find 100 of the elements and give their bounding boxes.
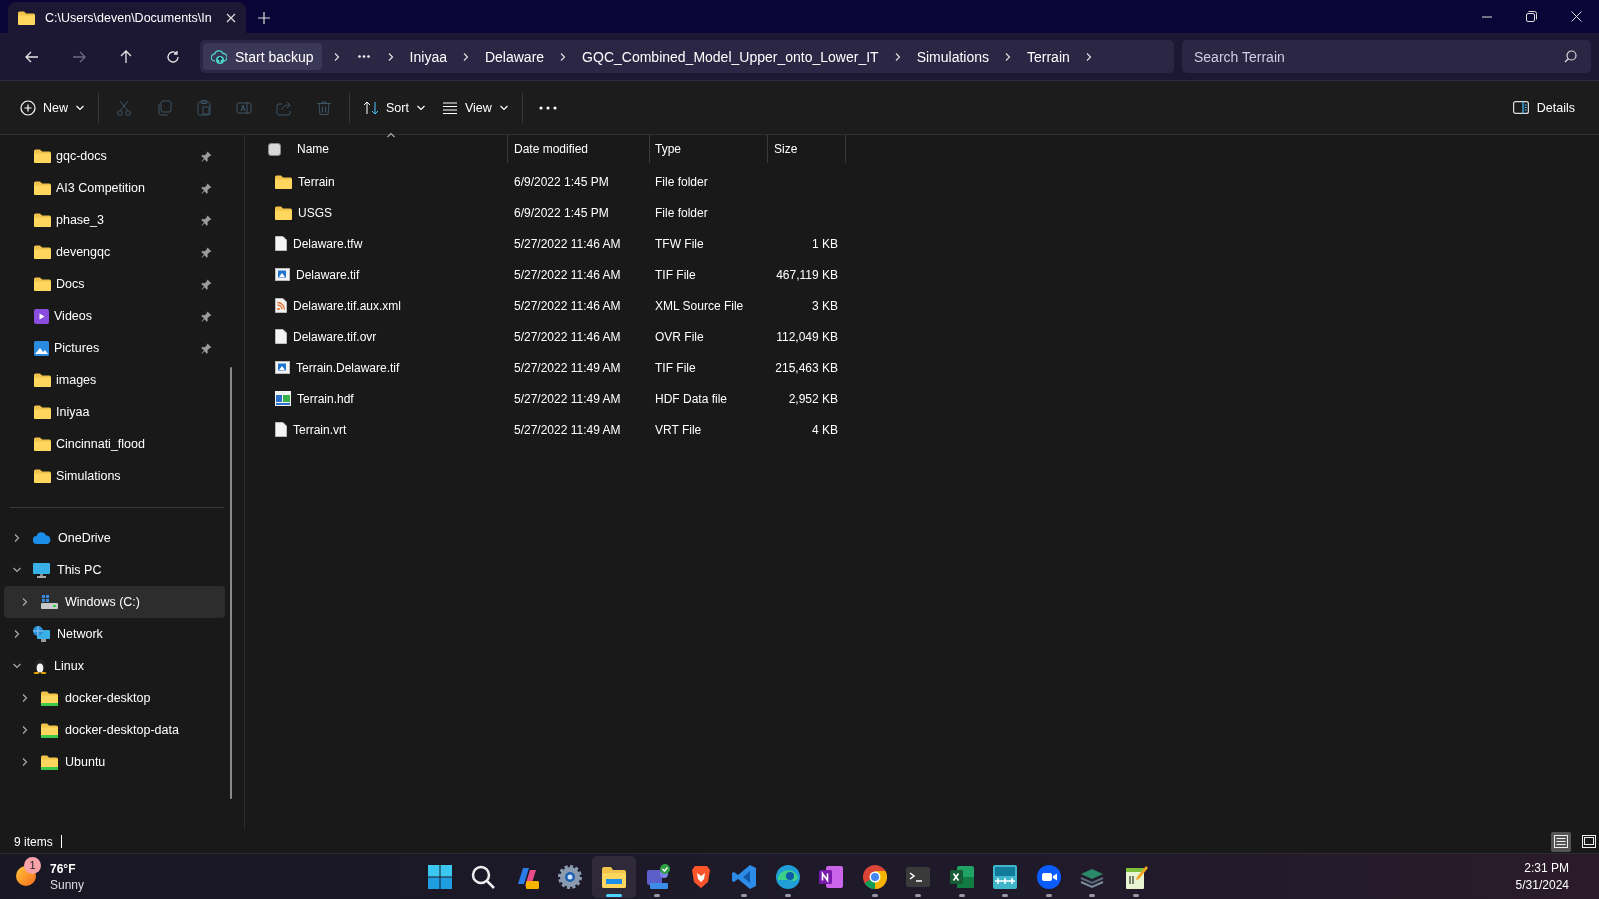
file-type: TIF File [655, 360, 696, 375]
sort-button[interactable]: Sort [355, 90, 434, 125]
tree-item[interactable]: Network [4, 618, 225, 650]
quick-access-item[interactable]: Videos [0, 300, 232, 332]
close-icon [1571, 11, 1582, 22]
file-size: 1 KB [812, 236, 838, 251]
folder-icon [34, 469, 51, 483]
file-name[interactable]: Delaware.tfw [293, 236, 363, 251]
file-name[interactable]: Delaware.tif.ovr [293, 329, 377, 344]
quick-access-item[interactable]: devengqc [0, 236, 232, 268]
column-header[interactable]: Size [768, 135, 846, 163]
quick-access-item[interactable]: Simulations [0, 460, 232, 492]
view-button[interactable]: View [433, 90, 517, 125]
file-icon [275, 236, 287, 251]
file-type: File folder [655, 174, 708, 189]
chevron-icon [12, 661, 22, 671]
sort-icon [363, 99, 379, 116]
tree-item[interactable]: docker-desktop-data [4, 714, 225, 746]
file-name[interactable]: Terrain.vrt [293, 422, 347, 437]
file-name[interactable]: USGS [298, 205, 332, 220]
tree-item[interactable]: OneDrive [4, 522, 225, 554]
file-type: TIF File [655, 267, 696, 282]
quick-access-item[interactable]: phase_3 [0, 204, 232, 236]
windows-logo-icon [426, 864, 453, 890]
folder-icon [34, 437, 51, 451]
column-header[interactable]: Date modified [508, 135, 650, 163]
breadcrumb[interactable]: Terrain [1023, 48, 1074, 65]
start-backup-button[interactable]: Start backup [203, 43, 322, 70]
file-size: 4 KB [812, 422, 838, 437]
teams-icon [644, 864, 671, 890]
item-count: 9 items [14, 834, 53, 849]
more-icon [357, 55, 370, 58]
quick-access-item[interactable]: Pictures [0, 332, 232, 364]
new-button[interactable]: New [12, 90, 93, 125]
close-tab-button[interactable] [226, 12, 236, 23]
chevron-icon [20, 757, 30, 767]
cloud-icon [33, 532, 51, 544]
penguin-icon [33, 658, 47, 674]
network-icon [33, 626, 50, 642]
scrollbar[interactable] [230, 367, 232, 799]
breadcrumb[interactable]: GQC_Combined_Model_Upper_onto_Lower_IT [578, 48, 883, 65]
file-name[interactable]: Terrain.hdf [297, 391, 354, 406]
select-all-checkbox[interactable] [268, 142, 281, 156]
tree-item[interactable]: This PC [4, 554, 225, 586]
clock[interactable]: 2:31 PM 5/31/2024 [1515, 859, 1585, 894]
folder-icon [34, 405, 51, 419]
search-field[interactable]: Search Terrain [1182, 40, 1591, 73]
tab-title: C:\Users\deven\Documents\In [45, 10, 213, 25]
file-type: VRT File [655, 422, 702, 437]
breadcrumb[interactable]: Delaware [480, 48, 549, 65]
sort-caret-icon [386, 130, 396, 140]
weather-widget[interactable]: 1 76°F Sunny [14, 855, 164, 898]
column-header[interactable]: Type [650, 135, 768, 163]
file-type: OVR File [655, 329, 704, 344]
quick-access-item[interactable]: Docs [0, 268, 232, 300]
folder-icon [41, 722, 58, 738]
chevron-icon [20, 725, 30, 735]
tree-item[interactable]: Ubuntu [4, 746, 225, 778]
tree-item[interactable]: Windows (C:) [4, 586, 225, 618]
folder-icon [34, 213, 51, 227]
feed-file-icon [275, 298, 287, 313]
tree-item[interactable]: docker-desktop [4, 682, 225, 714]
details-pane-button[interactable]: Details [1500, 90, 1587, 125]
column-header[interactable]: Name [297, 142, 329, 156]
browser-wave-icon [774, 864, 801, 890]
quick-access-item[interactable]: Iniyaa [0, 396, 232, 428]
taskbar-app[interactable] [592, 856, 636, 898]
file-name[interactable]: Delaware.tif [296, 267, 360, 282]
file-size: 2,952 KB [788, 391, 838, 406]
time: 2:31 PM [1524, 859, 1569, 877]
details-view-button[interactable] [1551, 831, 1571, 852]
file-name[interactable]: Terrain [298, 174, 335, 189]
quick-access-item[interactable]: Cincinnati_flood [0, 428, 232, 460]
notification-badge: 1 [24, 856, 41, 874]
code-editor-icon [731, 864, 758, 890]
close-icon [226, 12, 236, 23]
quick-access-item[interactable]: images [0, 364, 232, 396]
scissors-icon [116, 99, 132, 116]
terminal-icon [905, 864, 932, 890]
tree-item[interactable]: Linux [4, 650, 225, 682]
data-file-icon [275, 391, 291, 406]
quick-access-item[interactable]: gqc-docs [0, 140, 232, 172]
chevron-icon [12, 533, 22, 543]
breadcrumb[interactable]: Simulations [912, 48, 993, 65]
rename-icon [236, 99, 252, 116]
window-tab[interactable]: C:\Users\deven\Documents\In [8, 2, 246, 33]
left-arrow-icon [24, 50, 39, 63]
restore-icon [1526, 11, 1537, 22]
date-modified: 5/27/2022 11:49 AM [514, 422, 621, 437]
image-file-icon [275, 268, 290, 281]
quick-access-item[interactable]: AI3 Competition [0, 172, 232, 204]
river-model-icon [992, 864, 1019, 890]
folder-icon [41, 754, 58, 770]
file-type: TFW File [655, 236, 704, 251]
breadcrumb-bar[interactable]: Start backup Iniyaa Delaware GQC_Combined_Model_Upper_onto_Lower_IT Simulations Terrain [200, 40, 1174, 73]
file-name[interactable]: Terrain.Delaware.tif [296, 360, 400, 375]
chevron-icon [20, 597, 30, 607]
file-name[interactable]: Delaware.tif.aux.xml [293, 298, 402, 313]
breadcrumb[interactable]: Iniyaa [405, 48, 451, 65]
video-call-icon [1035, 864, 1062, 890]
